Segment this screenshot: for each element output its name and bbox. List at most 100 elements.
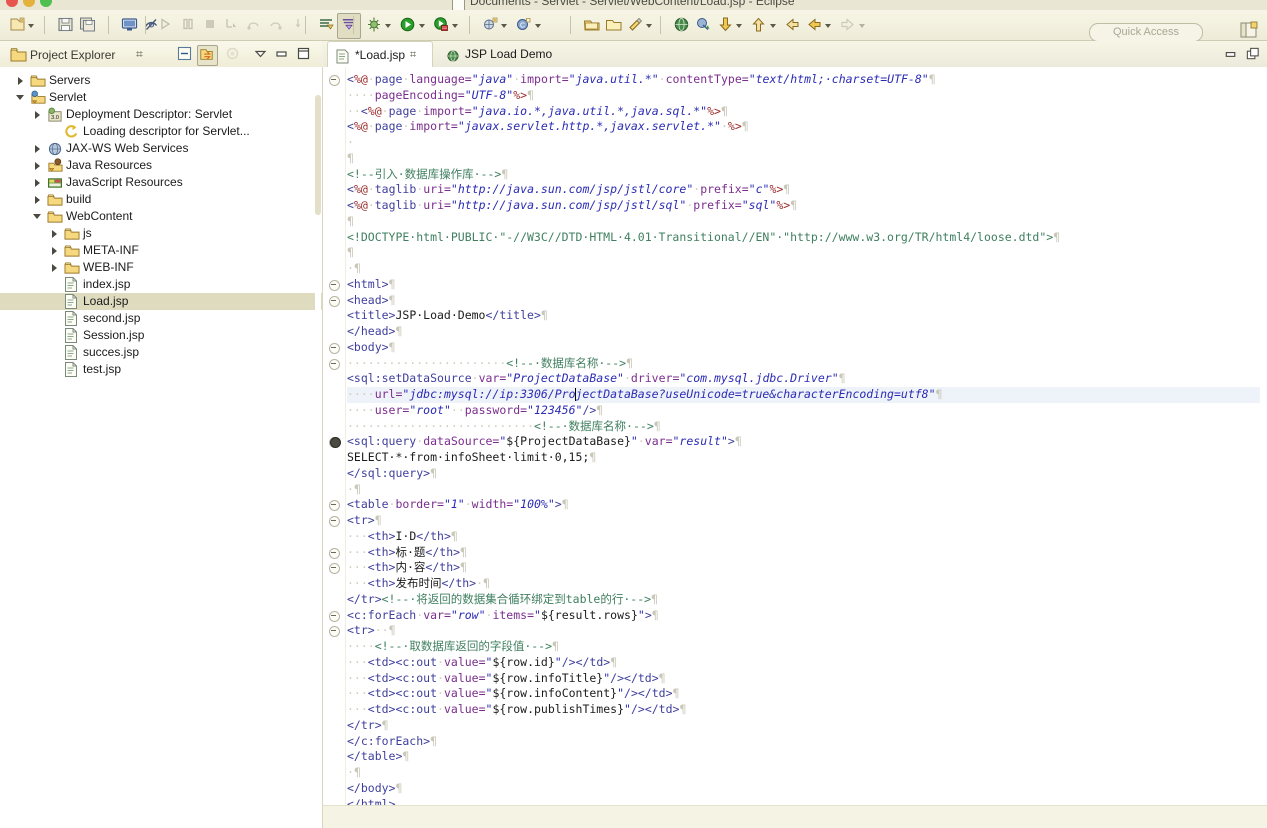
collapse-all-icon[interactable] [176, 45, 195, 64]
close-tab-icon[interactable]: ⌗ [410, 42, 416, 68]
run-icon[interactable] [397, 13, 419, 37]
code-line[interactable]: </head>¶ [347, 324, 1267, 340]
chevron-right-icon[interactable] [16, 72, 27, 89]
code-line[interactable]: ¶ [347, 151, 1267, 167]
tree-item-java-resources[interactable]: Java Resources [0, 157, 322, 174]
code-line[interactable]: <body>¶ [347, 340, 1267, 356]
new-wizard-caret-icon[interactable] [28, 13, 35, 37]
code-line[interactable]: <table·border="1"·width="100%">¶ [347, 497, 1267, 513]
chevron-right-icon[interactable] [33, 140, 44, 157]
tree-scrollbar-thumb[interactable] [315, 95, 321, 215]
next-edit-caret-icon[interactable] [736, 13, 743, 37]
chevron-right-icon[interactable] [33, 157, 44, 174]
fold-collapse-icon[interactable] [329, 75, 340, 86]
save-all-icon[interactable] [77, 13, 99, 37]
web-browser-icon[interactable] [670, 13, 692, 37]
focus-on-active-task-icon[interactable] [224, 45, 243, 64]
back-sibling-icon[interactable] [803, 13, 825, 37]
code-line[interactable]: ····<!--·取数据库返回的字段值·-->¶ [347, 639, 1267, 655]
previous-edit-caret-icon[interactable] [769, 13, 777, 37]
code-line[interactable]: <c:forEach·var="row"·items="${result.row… [347, 608, 1267, 624]
fold-collapse-icon[interactable] [329, 626, 340, 638]
code-line[interactable]: <%@·page·import="javax.servlet.http.*,ja… [347, 119, 1267, 135]
code-line[interactable]: <title>JSP·Load·Demo</title>¶ [347, 308, 1267, 324]
new-class-caret-icon[interactable] [534, 13, 542, 37]
previous-edit-icon[interactable] [748, 13, 770, 37]
editor-tab-load-jsp[interactable]: *Load.jsp ⌗ [327, 41, 433, 69]
run-caret-icon[interactable] [418, 13, 426, 37]
chevron-right-icon[interactable] [50, 225, 61, 242]
code-line[interactable]: <!DOCTYPE·html·PUBLIC·"-//W3C//DTD·HTML·… [347, 230, 1267, 246]
back-caret-icon[interactable] [825, 13, 832, 37]
code-line[interactable]: </sql:query>¶ [347, 466, 1267, 482]
fold-collapse-icon[interactable] [329, 342, 340, 354]
chevron-right-icon[interactable] [33, 106, 44, 123]
code-line[interactable]: ···<td><c:out·value="${row.infoContent}"… [347, 686, 1267, 702]
fold-collapse-icon[interactable] [329, 279, 340, 291]
tree-item-javascript-resources[interactable]: JavaScript Resources [0, 174, 322, 191]
tree-item-test-jsp[interactable]: test.jsp [0, 361, 322, 378]
fold-collapse-icon[interactable] [329, 610, 340, 622]
tree-scrollbar[interactable] [315, 95, 321, 795]
chevron-right-icon[interactable] [33, 191, 44, 208]
open-task-icon[interactable] [602, 13, 624, 37]
new-java-package-caret-icon[interactable] [501, 13, 508, 37]
breakpoint-marker[interactable] [330, 437, 341, 449]
tree-item-servlet[interactable]: Servlet [0, 89, 322, 106]
tree-item-session-jsp[interactable]: Session.jsp [0, 327, 322, 344]
code-line[interactable]: ····pageEncoding="UTF-8"%>¶ [347, 88, 1267, 104]
close-window-button[interactable] [6, 0, 18, 7]
fold-collapse-icon[interactable] [329, 547, 340, 559]
new-wizard-icon[interactable] [6, 13, 28, 37]
open-perspective-icon[interactable] [1239, 21, 1261, 41]
tree-item-second-jsp[interactable]: second.jsp [0, 310, 322, 327]
code-line[interactable]: ·¶ [347, 482, 1267, 498]
maximize-window-button[interactable] [40, 0, 52, 7]
tree-item-deployment-descriptor-servlet[interactable]: 3.0 Deployment Descriptor: Servlet [0, 106, 322, 123]
editor-vertical-scrollbar[interactable] [1260, 93, 1267, 828]
code-line[interactable]: SELECT·*·from·infoSheet·limit·0,15;¶ [347, 450, 1267, 466]
fold-collapse-icon[interactable] [329, 295, 340, 307]
forward-icon[interactable] [837, 13, 859, 37]
step-over-icon[interactable] [243, 13, 265, 37]
suspend-icon[interactable] [177, 13, 199, 37]
code-line[interactable]: ···<td><c:out·value="${row.id}"/></td>¶ [347, 655, 1267, 671]
code-line[interactable]: <sql:setDataSource·var="ProjectDataBase"… [347, 371, 1267, 387]
code-line[interactable]: </tr>¶ [347, 718, 1267, 734]
code-line[interactable]: ··<%@·page·import="java.io.*,java.util.*… [347, 104, 1267, 120]
tree-item-servers[interactable]: Servers [0, 72, 322, 89]
next-edit-icon[interactable] [714, 13, 736, 37]
open-type-icon[interactable] [580, 13, 602, 37]
code-line[interactable]: <tr>··¶ [347, 623, 1267, 639]
code-line[interactable]: ····url="jdbc:mysql://ip:3306/ProjectDat… [347, 387, 1267, 403]
link-with-editor-icon[interactable] [197, 45, 218, 66]
debug-icon[interactable] [363, 13, 385, 37]
resume-icon[interactable] [155, 13, 177, 37]
maximize-icon[interactable] [295, 45, 314, 64]
run-server-icon[interactable] [430, 13, 452, 37]
minimize-icon[interactable] [273, 45, 292, 64]
fold-collapse-icon[interactable] [329, 563, 340, 575]
tree-item-js[interactable]: js [0, 225, 322, 242]
tree-item-load-jsp[interactable]: Load.jsp [0, 293, 322, 310]
editor-tab-jsp-load-demo[interactable]: JSP Load Demo [438, 41, 568, 67]
step-return-icon[interactable] [265, 13, 287, 37]
link-with-editor-icon[interactable] [692, 13, 714, 37]
project-explorer-tree[interactable]: Servers Servlet 3.0 Deployment Descriptor: … [0, 67, 323, 828]
code-line[interactable]: ···<th>内·容</th>¶ [347, 560, 1267, 576]
code-editor[interactable]: <%@·page·language="java"·import="java.ut… [323, 67, 1267, 828]
quick-access-input[interactable]: Quick Access [1089, 23, 1203, 42]
tree-item-jax-ws-web-services[interactable]: JAX-WS Web Services [0, 140, 322, 157]
view-menu-icon[interactable] [252, 45, 271, 64]
chevron-right-icon[interactable] [33, 174, 44, 191]
tree-item-loading-descriptor-for-servlet[interactable]: Loading descriptor for Servlet... [0, 123, 322, 140]
chevron-down-icon[interactable] [16, 89, 27, 106]
editor-gutter[interactable] [323, 67, 346, 828]
chevron-right-icon[interactable] [50, 259, 61, 276]
code-line[interactable]: · [347, 135, 1267, 151]
code-line[interactable]: <sql:query · dataSource= "${ProjectDataBase… [347, 434, 1267, 450]
tree-item-web-inf[interactable]: WEB-INF [0, 259, 322, 276]
terminate-icon[interactable] [199, 13, 221, 37]
code-line[interactable]: </tr><!--·将返回的数据集合循环绑定到table的行·-->¶ [347, 592, 1267, 608]
code-line[interactable]: </c:forEach>¶ [347, 734, 1267, 750]
